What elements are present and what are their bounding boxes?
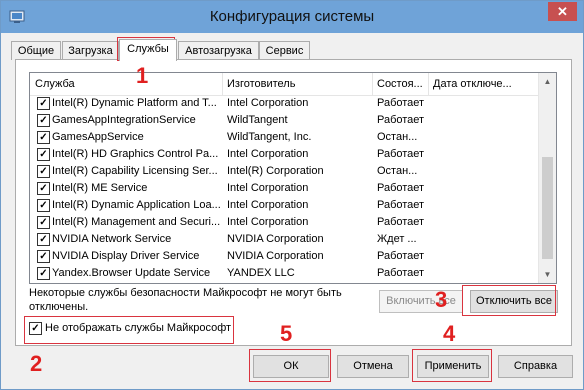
tab-startup[interactable]: Автозагрузка: [178, 41, 259, 60]
cancel-button[interactable]: Отмена: [337, 355, 409, 378]
service-manufacturer: WildTangent, Inc.: [227, 131, 312, 143]
service-checkbox[interactable]: ✓: [37, 233, 50, 246]
service-name: Intel(R) Dynamic Platform and T...: [52, 97, 217, 109]
service-status: Работает: [377, 199, 425, 211]
scroll-thumb[interactable]: [542, 157, 553, 259]
service-status: Работает: [377, 148, 425, 160]
security-services-note: Некоторые службы безопасности Майкрософт…: [29, 287, 342, 313]
table-row[interactable]: ✓ Intel(R) Management and Securi... Inte…: [30, 214, 542, 231]
service-name: NVIDIA Network Service: [52, 233, 172, 245]
service-name: GamesAppService: [52, 131, 144, 143]
annotation-marker-4: 4: [443, 321, 456, 346]
service-manufacturer: NVIDIA Corporation: [227, 250, 324, 262]
service-name: Intel(R) ME Service: [52, 182, 148, 194]
highlight-disable-all: [462, 285, 556, 316]
annotation-marker-3: 3: [435, 287, 448, 312]
highlight-ok: [249, 349, 331, 382]
table-row[interactable]: ✓ Intel(R) HD Graphics Control Pa... Int…: [30, 146, 542, 163]
table-row[interactable]: ✓ NVIDIA Network Service NVIDIA Corporat…: [30, 231, 542, 248]
vertical-scrollbar[interactable]: ▲ ▼: [538, 73, 556, 283]
service-checkbox[interactable]: ✓: [37, 97, 50, 110]
column-service[interactable]: Служба: [30, 73, 223, 95]
table-row[interactable]: ✓ Intel(R) Dynamic Platform and T... Int…: [30, 95, 542, 112]
scroll-up-icon[interactable]: ▲: [539, 73, 556, 90]
service-status: Остан...: [377, 165, 418, 177]
service-name: GamesAppIntegrationService: [52, 114, 196, 126]
service-manufacturer: YANDEX LLC: [227, 267, 295, 279]
service-manufacturer: Intel Corporation: [227, 182, 309, 194]
service-name: Intel(R) Capability Licensing Ser...: [52, 165, 218, 177]
enable-all-button[interactable]: Включить все: [379, 290, 463, 313]
service-status: Работает: [377, 216, 425, 228]
table-row[interactable]: ✓ NVIDIA Display Driver Service NVIDIA C…: [30, 248, 542, 265]
help-button[interactable]: Справка: [498, 355, 573, 378]
service-status: Работает: [377, 114, 425, 126]
service-checkbox[interactable]: ✓: [37, 250, 50, 263]
service-manufacturer: WildTangent: [227, 114, 288, 126]
service-manufacturer: Intel Corporation: [227, 216, 309, 228]
table-row[interactable]: ✓ GamesAppIntegrationService WildTangent…: [30, 112, 542, 129]
tab-services[interactable]: Службы: [119, 39, 177, 61]
table-row[interactable]: ✓ Intel(R) Dynamic Application Loa... In…: [30, 197, 542, 214]
services-list[interactable]: Служба Изготовитель Состоя... Дата отклю…: [29, 72, 557, 284]
service-checkbox[interactable]: ✓: [37, 199, 50, 212]
service-status: Работает: [377, 250, 425, 262]
table-row[interactable]: ✓ Intel(R) ME Service Intel Corporation …: [30, 180, 542, 197]
service-manufacturer: NVIDIA Corporation: [227, 233, 324, 245]
service-status: Ждет ...: [377, 233, 417, 245]
service-manufacturer: Intel Corporation: [227, 97, 309, 109]
annotation-marker-1: 1: [136, 63, 149, 88]
service-checkbox[interactable]: ✓: [37, 267, 50, 280]
highlight-apply: [412, 349, 492, 382]
scroll-down-icon[interactable]: ▼: [539, 266, 556, 283]
table-row[interactable]: ✓ GamesAppService WildTangent, Inc. Оста…: [30, 129, 542, 146]
window-title: Конфигурация системы: [209, 8, 375, 25]
table-row[interactable]: ✓ Yandex.Browser Update Service YANDEX L…: [30, 265, 542, 282]
tab-boot[interactable]: Загрузка: [62, 41, 119, 60]
service-status: Остан...: [377, 131, 418, 143]
service-name: Intel(R) Dynamic Application Loa...: [52, 199, 220, 211]
tab-tools[interactable]: Сервис: [259, 41, 310, 60]
table-row[interactable]: ✓ Intel(R) Capability Licensing Ser... I…: [30, 163, 542, 180]
service-status: Работает: [377, 182, 425, 194]
column-status[interactable]: Состоя...: [372, 73, 429, 95]
service-checkbox[interactable]: ✓: [37, 165, 50, 178]
title-bar[interactable]: Конфигурация системы ✕: [1, 1, 583, 33]
service-status: Работает: [377, 267, 425, 279]
annotation-marker-2: 2: [30, 351, 43, 376]
list-header: Служба Изготовитель Состоя... Дата отклю…: [30, 73, 542, 96]
service-checkbox[interactable]: ✓: [37, 114, 50, 127]
service-manufacturer: Intel Corporation: [227, 148, 309, 160]
service-manufacturer: Intel(R) Corporation: [227, 165, 324, 177]
column-disabled-date[interactable]: Дата отключе...: [428, 73, 541, 95]
annotation-marker-5: 5: [280, 321, 293, 346]
service-checkbox[interactable]: ✓: [37, 182, 50, 195]
service-status: Работает: [377, 97, 425, 109]
service-name: NVIDIA Display Driver Service: [52, 250, 200, 262]
service-checkbox[interactable]: ✓: [37, 131, 50, 144]
service-name: Yandex.Browser Update Service: [52, 267, 211, 279]
service-checkbox[interactable]: ✓: [37, 216, 50, 229]
tab-general[interactable]: Общие: [11, 41, 61, 60]
service-name: Intel(R) HD Graphics Control Pa...: [52, 148, 219, 160]
column-manufacturer[interactable]: Изготовитель: [222, 73, 373, 95]
highlight-hide-microsoft: [24, 316, 234, 344]
service-name: Intel(R) Management and Securi...: [52, 216, 220, 228]
service-checkbox[interactable]: ✓: [37, 148, 50, 161]
service-manufacturer: Intel Corporation: [227, 199, 309, 211]
close-icon[interactable]: ✕: [548, 2, 577, 21]
